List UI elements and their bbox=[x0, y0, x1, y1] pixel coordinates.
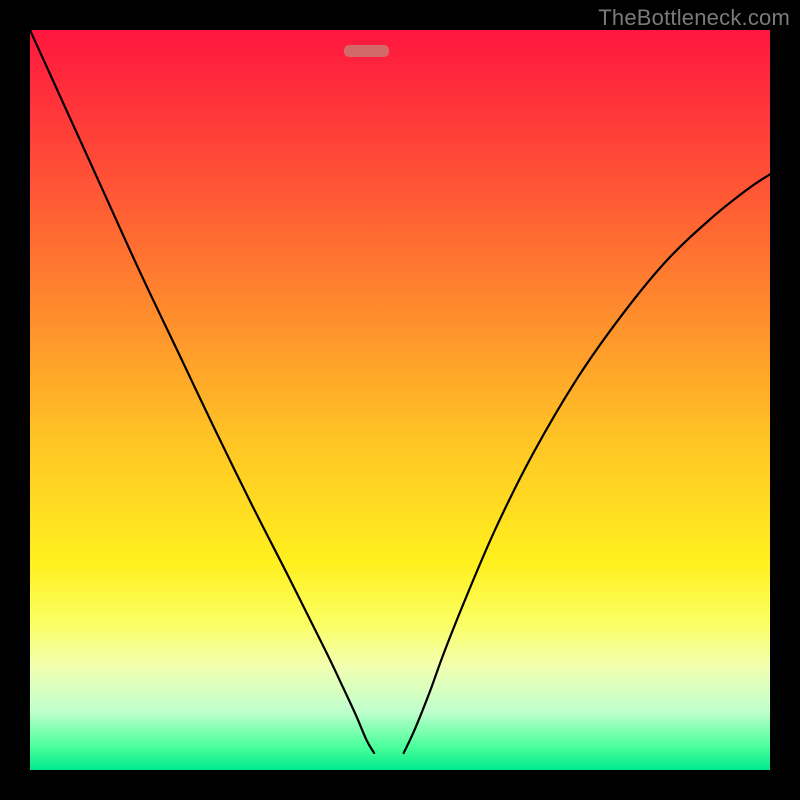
curve-right bbox=[404, 174, 770, 753]
curve-left bbox=[30, 30, 374, 753]
curves-svg bbox=[30, 30, 770, 770]
chart-frame: TheBottleneck.com bbox=[0, 0, 800, 800]
plot-area bbox=[30, 30, 770, 770]
attribution-label: TheBottleneck.com bbox=[598, 5, 790, 31]
optimal-marker bbox=[344, 45, 389, 57]
